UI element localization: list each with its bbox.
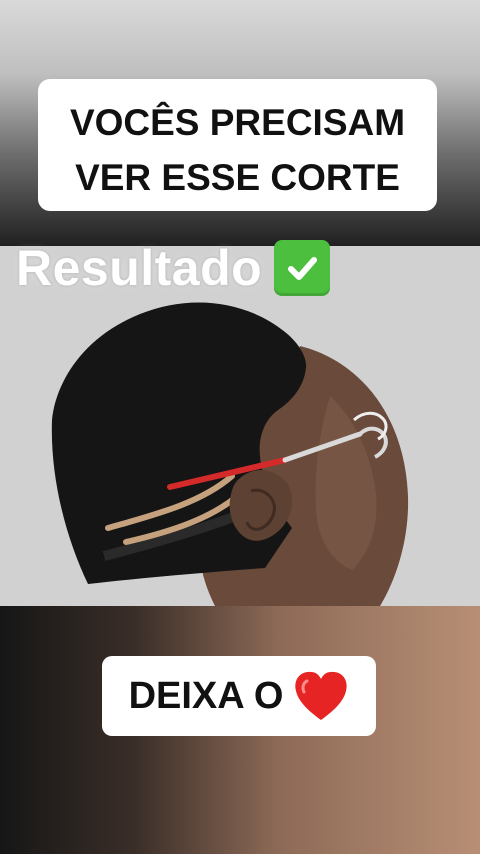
result-label-text: Resultado [16, 240, 263, 296]
top-caption: VOCÊS PRECISAM VER ESSE CORTE [38, 79, 437, 211]
top-caption-line-1: VOCÊS PRECISAM [69, 102, 406, 143]
check-mark-icon [274, 240, 331, 296]
top-caption-line-2: VER ESSE CORTE [75, 157, 400, 198]
bottom-caption: DEIXA O [102, 656, 376, 736]
result-label: Resultado [16, 237, 331, 299]
heart-icon [293, 670, 349, 722]
bottom-caption-text: DEIXA O [128, 674, 284, 717]
haircut-photo [0, 246, 480, 606]
haircut-illustration [0, 246, 480, 606]
